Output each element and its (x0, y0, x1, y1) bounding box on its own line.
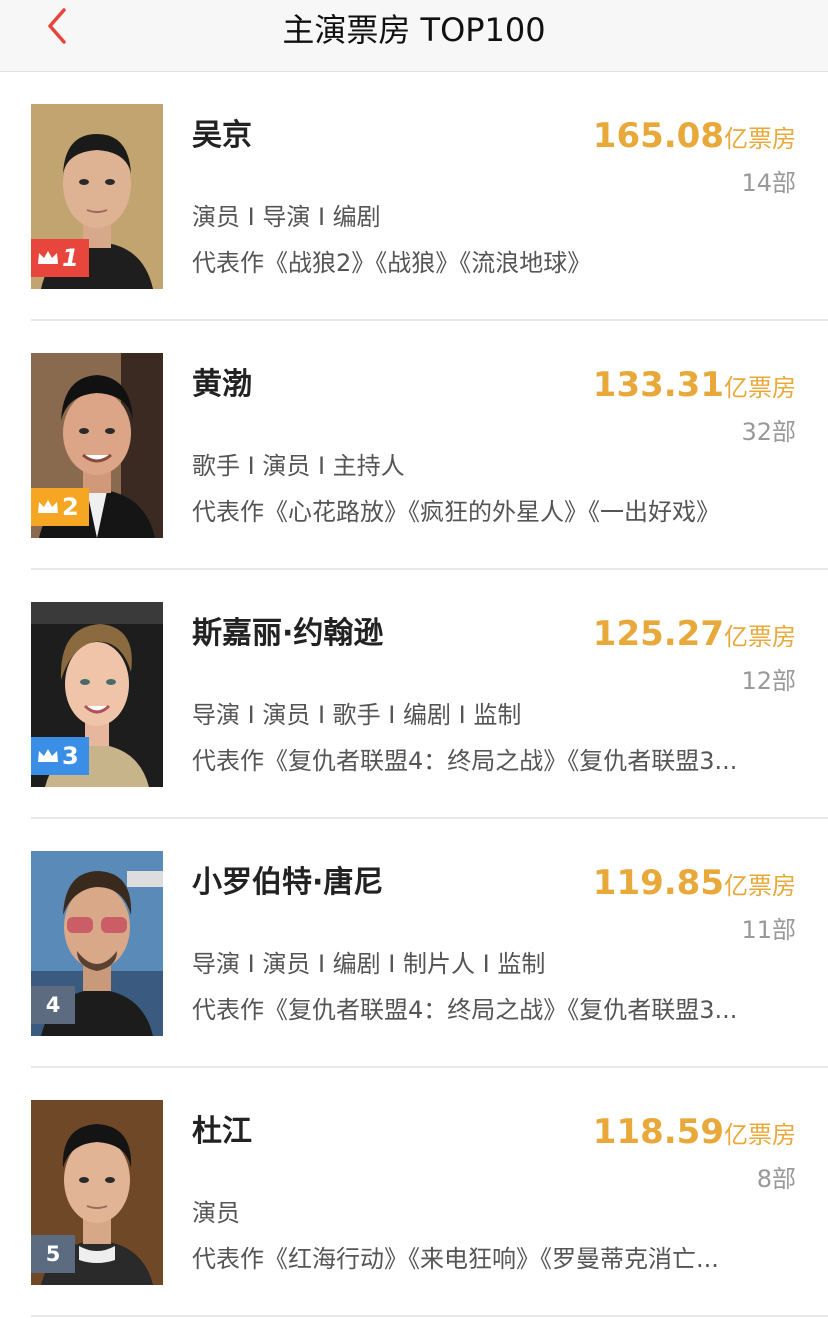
crown-icon (38, 500, 58, 513)
rank-number: 2 (62, 493, 79, 521)
list-item[interactable]: 4 小罗伯特·唐尼 119.85亿票房 11部 导演 I 演员 I 编剧 I 制… (0, 819, 828, 1068)
rank-badge: 1 (31, 239, 89, 277)
nav-bar: 主演票房 TOP100 (0, 0, 828, 72)
film-count: 8部 (756, 1165, 796, 1193)
avatar: 1 (31, 104, 163, 289)
boxoffice-value: 119.85 (592, 863, 724, 903)
representative-works: 代表作《红海行动》《来电狂响》《罗曼蒂克消亡... (192, 1245, 719, 1273)
representative-works: 代表作《复仇者联盟4：终局之战》《复仇者联盟3... (192, 996, 738, 1024)
rank-badge: 5 (31, 1235, 75, 1273)
list-item[interactable]: 1 吴京 165.08亿票房 14部 演员 I 导演 I 编剧 代表作《战狼2》… (0, 72, 828, 321)
list-item[interactable]: 3 斯嘉丽·约翰逊 125.27亿票房 12部 导演 I 演员 I 歌手 I 编… (0, 570, 828, 819)
avatar: 5 (31, 1100, 163, 1285)
actor-roles: 演员 I 导演 I 编剧 (192, 203, 381, 231)
crown-icon (38, 749, 58, 762)
boxoffice-unit: 亿票房 (724, 623, 796, 651)
representative-works: 代表作《心花路放》《疯狂的外星人》《一出好戏》 (192, 498, 720, 526)
film-count: 14部 (741, 169, 796, 197)
actor-roles: 导演 I 演员 I 编剧 I 制片人 I 监制 (192, 950, 546, 978)
actor-list: 1 吴京 165.08亿票房 14部 演员 I 导演 I 编剧 代表作《战狼2》… (0, 72, 828, 1317)
boxoffice-unit: 亿票房 (724, 1121, 796, 1149)
representative-works: 代表作《战狼2》《战狼》《流浪地球》 (192, 249, 592, 277)
boxoffice-value: 118.59 (592, 1112, 724, 1152)
list-item[interactable]: 2 黄渤 133.31亿票房 32部 歌手 I 演员 I 主持人 代表作《心花路… (0, 321, 828, 570)
avatar: 3 (31, 602, 163, 787)
actor-roles: 歌手 I 演员 I 主持人 (192, 452, 405, 480)
boxoffice: 165.08亿票房 (593, 114, 796, 164)
actor-name: 杜江 (192, 1114, 252, 1149)
actor-name: 吴京 (192, 118, 252, 153)
avatar: 2 (31, 353, 163, 538)
list-item[interactable]: 5 杜江 118.59亿票房 8部 演员 代表作《红海行动》《来电狂响》《罗曼蒂… (0, 1068, 828, 1317)
boxoffice: 133.31亿票房 (593, 363, 796, 413)
rank-badge: 4 (31, 986, 75, 1024)
film-count: 12部 (741, 667, 796, 695)
boxoffice-value: 133.31 (592, 365, 724, 405)
boxoffice: 125.27亿票房 (593, 612, 796, 662)
rank-number: 4 (45, 993, 61, 1017)
avatar: 4 (31, 851, 163, 1036)
actor-name: 黄渤 (192, 367, 252, 402)
rank-number: 5 (45, 1242, 61, 1266)
crown-icon (38, 251, 58, 264)
rank-number: 1 (62, 244, 79, 272)
actor-name: 斯嘉丽·约翰逊 (192, 616, 384, 651)
film-count: 11部 (741, 916, 796, 944)
representative-works: 代表作《复仇者联盟4：终局之战》《复仇者联盟3... (192, 747, 738, 775)
actor-roles: 演员 (192, 1199, 240, 1227)
boxoffice-value: 165.08 (592, 116, 724, 156)
rank-number: 3 (62, 742, 79, 770)
boxoffice-unit: 亿票房 (724, 374, 796, 402)
actor-roles: 导演 I 演员 I 歌手 I 编剧 I 监制 (192, 701, 522, 729)
rank-badge: 2 (31, 488, 89, 526)
rank-badge: 3 (31, 737, 89, 775)
boxoffice-value: 125.27 (592, 614, 724, 654)
boxoffice-unit: 亿票房 (724, 872, 796, 900)
divider (31, 1315, 828, 1317)
page-title: 主演票房 TOP100 (282, 11, 546, 49)
actor-name: 小罗伯特·唐尼 (192, 865, 384, 900)
boxoffice: 119.85亿票房 (593, 861, 796, 911)
boxoffice-unit: 亿票房 (724, 125, 796, 153)
film-count: 32部 (741, 418, 796, 446)
boxoffice: 118.59亿票房 (593, 1110, 796, 1160)
